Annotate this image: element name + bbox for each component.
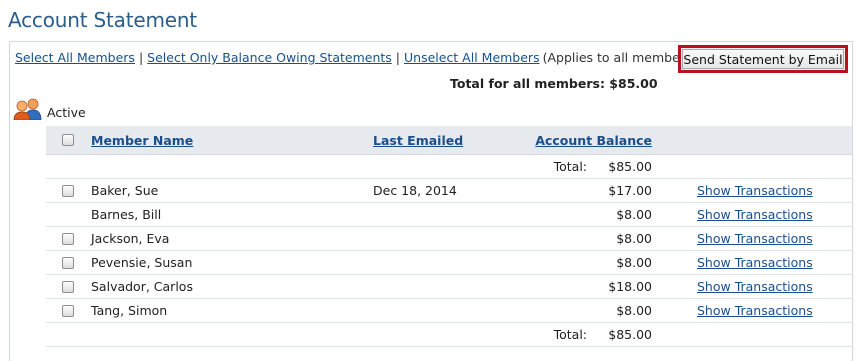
total-label: Total: — [553, 327, 587, 342]
send-statement-email-button[interactable]: Send Statement by Email — [678, 45, 848, 73]
table-row: Jackson, Eva $8.00 Show Transactions — [46, 227, 852, 251]
header-member-name: Member Name — [91, 126, 193, 155]
table-header: Member Name Last Emailed Account Balance — [46, 126, 852, 155]
member-name: Jackson, Eva — [91, 231, 170, 246]
sort-account-balance-link[interactable]: Account Balance — [535, 133, 652, 148]
show-transactions-cell: Show Transactions — [697, 299, 813, 322]
show-transactions-link[interactable]: Show Transactions — [697, 231, 813, 246]
table-row: Baker, Sue Dec 18, 2014 $17.00 Show Tran… — [46, 179, 852, 203]
table-row: Salvador, Carlos $18.00 Show Transaction… — [46, 275, 852, 299]
account-balance: $18.00 — [608, 279, 652, 294]
header-account-balance: Account Balance — [535, 126, 652, 155]
page-title: Account Statement — [8, 8, 197, 32]
member-name: Baker, Sue — [91, 183, 159, 198]
show-transactions-link[interactable]: Show Transactions — [697, 183, 813, 198]
sort-last-emailed-link[interactable]: Last Emailed — [373, 133, 463, 148]
unselect-all-members-link[interactable]: Unselect All Members — [404, 50, 540, 65]
account-balance: $8.00 — [616, 207, 652, 222]
show-transactions-link[interactable]: Show Transactions — [697, 303, 813, 318]
row-checkbox[interactable] — [62, 281, 74, 293]
member-name: Pevensie, Susan — [91, 255, 193, 270]
members-table: Member Name Last Emailed Account Balance… — [46, 126, 852, 347]
row-checkbox[interactable] — [62, 305, 74, 317]
members-group-icon — [13, 98, 42, 120]
statement-panel: Select All Members | Select Only Balance O… — [9, 41, 853, 361]
total-value: $85.00 — [608, 327, 652, 342]
show-transactions-cell: Show Transactions — [697, 179, 813, 202]
select-balance-owing-link[interactable]: Select Only Balance Owing Statements — [147, 50, 392, 65]
show-transactions-cell: Show Transactions — [697, 203, 813, 226]
table-total-row: Total: $85.00 — [46, 323, 852, 347]
separator: | — [138, 50, 144, 65]
table-row: Barnes, Bill $8.00 Show Transactions — [46, 203, 852, 227]
account-balance: $17.00 — [608, 183, 652, 198]
last-emailed: Dec 18, 2014 — [373, 183, 457, 198]
total-label: Total: — [553, 159, 587, 174]
selection-toolbar: Select All Members | Select Only Balance O… — [15, 50, 728, 65]
account-balance: $8.00 — [616, 255, 652, 270]
row-checkbox[interactable] — [62, 257, 74, 269]
select-all-members-link[interactable]: Select All Members — [15, 50, 135, 65]
show-transactions-cell: Show Transactions — [697, 275, 813, 298]
separator: | — [395, 50, 400, 65]
table-total-row: Total: $85.00 — [46, 155, 852, 179]
row-checkbox[interactable] — [62, 233, 74, 245]
total-value: $85.00 — [608, 159, 652, 174]
account-balance: $8.00 — [616, 231, 652, 246]
row-checkbox[interactable] — [62, 185, 74, 197]
send-statement-email-label: Send Statement by Email — [682, 49, 844, 69]
header-last-emailed: Last Emailed — [373, 126, 463, 155]
show-transactions-link[interactable]: Show Transactions — [697, 255, 813, 270]
member-name: Salvador, Carlos — [91, 279, 193, 294]
account-balance: $8.00 — [616, 303, 652, 318]
select-all-checkbox[interactable] — [62, 134, 74, 146]
total-all-members: Total for all members: $85.00 — [450, 76, 658, 91]
show-transactions-cell: Show Transactions — [697, 251, 813, 274]
member-name: Tang, Simon — [91, 303, 168, 318]
show-transactions-link[interactable]: Show Transactions — [697, 207, 813, 222]
show-transactions-cell: Show Transactions — [697, 227, 813, 250]
table-row: Tang, Simon $8.00 Show Transactions — [46, 299, 852, 323]
show-transactions-link[interactable]: Show Transactions — [697, 279, 813, 294]
table-row: Pevensie, Susan $8.00 Show Transactions — [46, 251, 852, 275]
sort-member-name-link[interactable]: Member Name — [91, 133, 193, 148]
member-name: Barnes, Bill — [91, 207, 162, 222]
group-label: Active — [47, 105, 86, 120]
